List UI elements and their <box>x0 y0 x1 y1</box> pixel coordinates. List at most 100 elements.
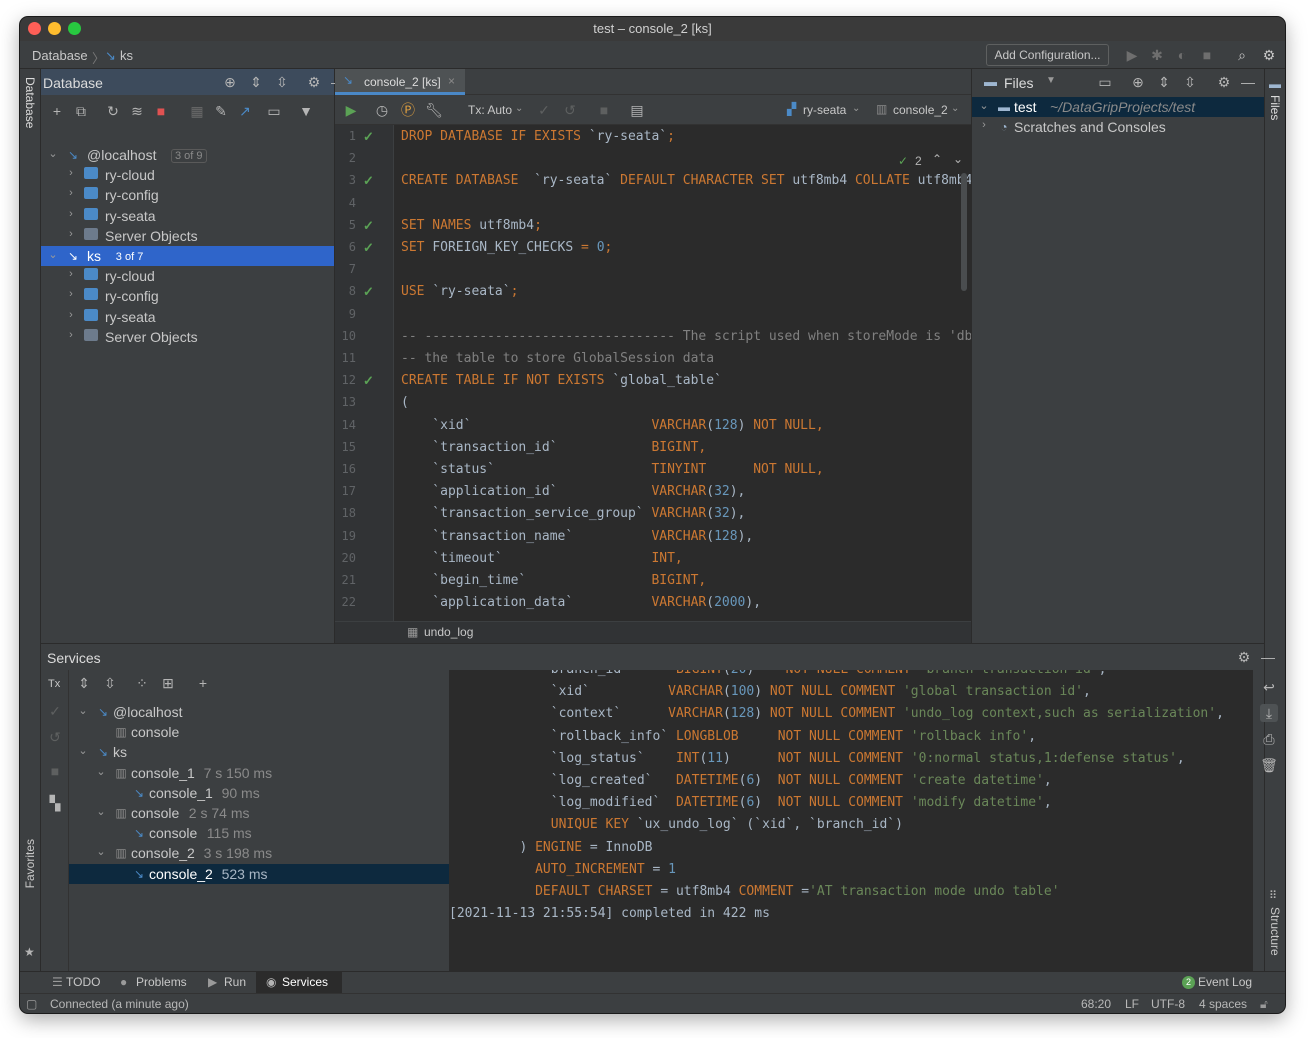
tx-mode-dropdown[interactable]: Tx: Auto <box>468 103 512 117</box>
edit-icon[interactable]: ✎ <box>212 102 230 120</box>
add-service-icon[interactable]: + <box>194 674 212 692</box>
todo-button[interactable]: TODO <box>66 975 100 989</box>
settings-wrench-icon[interactable]: 🔧︎ <box>425 101 443 119</box>
trash-icon[interactable]: 🗑︎ <box>1260 756 1278 774</box>
services-tree-item[interactable]: ⌄ ↘ @localhost <box>69 702 449 722</box>
locate-icon[interactable]: ⊕ <box>1129 73 1147 91</box>
code-area[interactable]: DROP DATABASE IF EXISTS `ry-seata`; CREAT… <box>401 125 971 621</box>
expand-all-icon[interactable]: ⇕ <box>247 73 265 91</box>
services-tree-item[interactable]: ↘ console_1 90 ms <box>69 783 449 803</box>
jump-icon[interactable]: ↗ <box>236 102 254 120</box>
db-tree-item-ry-seata[interactable]: › ry-seata <box>41 307 334 327</box>
chevron-down-icon[interactable]: ⌄ <box>95 765 107 778</box>
new-tab-icon[interactable]: ⊞ <box>159 674 177 692</box>
chevron-down-icon[interactable]: ⌄ <box>47 248 59 261</box>
properties-icon[interactable]: ≋ <box>128 102 146 120</box>
line-separator[interactable]: LF <box>1125 997 1139 1011</box>
add-configuration-button[interactable]: Add Configuration... <box>986 44 1109 66</box>
services-output[interactable]: branch_id` BIGINT(20) NOT NULL COMMENT '… <box>449 670 1253 972</box>
files-tool-tab[interactable]: Files <box>1268 95 1282 120</box>
db-tree-item-ry-config[interactable]: › ry-config <box>41 286 334 306</box>
cancel-statement-icon[interactable]: ■ <box>595 101 613 119</box>
output-layout-icon[interactable]: ▤ <box>628 101 646 119</box>
database-tool-tab[interactable]: Database <box>23 77 37 128</box>
expand-all-icon[interactable]: ⇕ <box>75 674 93 692</box>
previous-highlight-icon[interactable]: ⌃ <box>932 152 942 166</box>
db-tree-item-ry-config[interactable]: › ry-config <box>41 185 334 205</box>
services-tree-item[interactable]: ↘ console_2 523 ms <box>69 863 449 884</box>
settings-gear-icon[interactable]: ⚙ <box>1260 46 1278 64</box>
chevron-down-icon[interactable]: ▼ <box>1046 75 1056 86</box>
history-icon[interactable]: ◷ <box>373 101 391 119</box>
db-tree-item-server-objects[interactable]: › Server Objects <box>41 327 334 347</box>
open-folder-icon[interactable]: ▭ <box>1096 73 1114 91</box>
db-tree-item-ry-cloud[interactable]: › ry-cloud <box>41 165 334 185</box>
db-tree-item-ry-cloud[interactable]: › ry-cloud <box>41 266 334 286</box>
favorites-tool-tab[interactable]: Favorites <box>23 839 37 888</box>
run-icon[interactable]: ▶ <box>1123 46 1141 64</box>
add-icon[interactable]: + <box>48 102 66 120</box>
rollback-icon[interactable]: ↺ <box>561 101 579 119</box>
chevron-down-icon[interactable]: ⌄ <box>95 845 107 858</box>
services-tree-item[interactable]: ⌄ ↘ ks <box>69 742 449 762</box>
scroll-to-end-icon[interactable]: ⤓ <box>1260 704 1278 722</box>
panel-settings-icon[interactable]: ⚙ <box>1235 648 1253 666</box>
chevron-down-icon[interactable]: ⌄ <box>77 744 89 757</box>
group-by-icon[interactable]: ⁘ <box>133 674 151 692</box>
filter-icon[interactable]: ▼ <box>297 102 315 120</box>
session-selector[interactable]: console_2 <box>893 103 948 117</box>
stop-icon[interactable]: ■ <box>46 762 64 780</box>
refresh-icon[interactable]: ↻ <box>104 102 122 120</box>
debug-icon[interactable]: ✱ <box>1148 46 1166 64</box>
search-icon[interactable]: ⌕ <box>1233 46 1251 64</box>
soft-wrap-icon[interactable]: ↩ <box>1260 678 1278 696</box>
print-icon[interactable]: ⎙ <box>1260 730 1278 748</box>
files-item-test[interactable]: ⌄ ▬ test ~/DataGripProjects/test <box>972 97 1264 117</box>
services-tree-item[interactable]: ⌄ ▥ console 2 s 74 ms <box>69 803 449 823</box>
panel-settings-icon[interactable]: ⚙ <box>305 73 323 91</box>
chevron-down-icon[interactable]: ⌄ <box>95 805 107 818</box>
close-tab-icon[interactable]: × <box>448 74 455 88</box>
chevron-down-icon[interactable]: ⌄ <box>978 99 990 112</box>
execute-icon[interactable]: ▶ <box>342 101 360 119</box>
chevron-right-icon[interactable]: › <box>65 187 77 199</box>
chevron-right-icon[interactable]: › <box>65 329 77 341</box>
indent-setting[interactable]: 4 spaces <box>1199 997 1247 1011</box>
services-tree-item[interactable]: ↘ console 115 ms <box>69 823 449 843</box>
collapse-all-icon[interactable]: ⇳ <box>101 674 119 692</box>
db-tree-item-ry-seata[interactable]: › ry-seata <box>41 206 334 226</box>
rollback-icon[interactable]: ↺ <box>46 728 64 746</box>
services-tree-item[interactable]: ⌄ ▥ console_2 3 s 198 ms <box>69 843 449 863</box>
cursor-position[interactable]: 68:20 <box>1081 997 1111 1011</box>
event-log-button[interactable]: Event Log <box>1198 975 1252 989</box>
chevron-down-icon[interactable]: ⌄ <box>77 704 89 717</box>
collapse-all-icon[interactable]: ⇳ <box>1181 73 1199 91</box>
run-button[interactable]: Run <box>224 975 246 989</box>
stop-icon[interactable]: ■ <box>152 102 170 120</box>
services-tree-item[interactable]: ▥ console <box>69 722 449 742</box>
ql-console-icon[interactable]: ▭ <box>265 102 283 120</box>
explain-plan-icon[interactable]: Ⓟ <box>399 101 417 119</box>
tx-icon[interactable]: Tx <box>48 678 60 690</box>
chevron-right-icon[interactable]: › <box>65 208 77 220</box>
files-item-scratches[interactable]: › ◔ Scratches and Consoles <box>972 117 1264 137</box>
stop-icon[interactable]: ■ <box>1198 46 1216 64</box>
editor-scrollbar[interactable] <box>961 173 967 291</box>
breadcrumb-ks[interactable]: ks <box>120 48 133 63</box>
layout-toggle-icon[interactable]: ▢ <box>26 997 37 1011</box>
next-highlight-icon[interactable]: ⌄ <box>953 152 963 166</box>
editor-breadcrumb[interactable]: undo_log <box>424 625 473 639</box>
hide-panel-icon[interactable]: — <box>1241 73 1255 91</box>
schema-selector[interactable]: ry-seata <box>803 103 846 117</box>
chevron-right-icon[interactable]: › <box>65 228 77 240</box>
copy-icon[interactable]: ⧉ <box>72 102 90 120</box>
services-button[interactable]: Services <box>282 975 328 989</box>
tab-console-2[interactable]: ↘ console_2 [ks] × <box>335 69 465 95</box>
expand-all-icon[interactable]: ⇕ <box>1155 73 1173 91</box>
commit-icon[interactable]: ✓ <box>535 101 553 119</box>
chevron-down-icon[interactable]: ⌄ <box>47 147 59 160</box>
chevron-right-icon[interactable]: › <box>978 119 990 131</box>
chevron-right-icon[interactable]: › <box>65 167 77 179</box>
layout-icon[interactable]: ▚ <box>46 794 64 812</box>
panel-settings-icon[interactable]: ⚙ <box>1215 73 1233 91</box>
